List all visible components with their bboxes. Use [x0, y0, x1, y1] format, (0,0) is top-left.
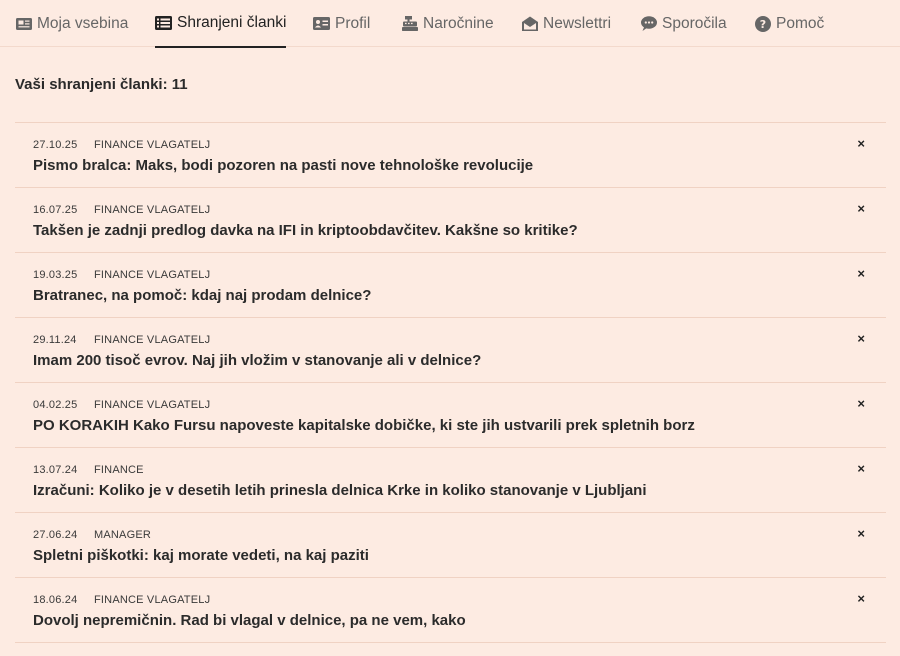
article-meta: 29.11.24 FINANCE VLAGATELJ	[33, 334, 210, 346]
remove-article-button[interactable]: ×	[857, 332, 865, 345]
newspaper-icon	[15, 16, 32, 32]
article-meta: 27.10.25 FINANCE VLAGATELJ	[33, 139, 210, 151]
article-title-link[interactable]: Pismo bralca: Maks, bodi pozoren na past…	[33, 157, 533, 174]
article-category: FINANCE VLAGATELJ	[94, 139, 211, 151]
tab-moja-vsebina[interactable]: Moja vsebina	[15, 0, 128, 47]
saved-articles-count: Vaši shranjeni članki: 11	[15, 76, 188, 93]
article-date: 27.10.25	[33, 139, 78, 151]
article-meta: 13.07.24 FINANCE	[33, 464, 144, 476]
tab-sporocila[interactable]: Sporočila	[640, 0, 727, 47]
tab-label: Sporočila	[662, 14, 727, 32]
article-category: FINANCE VLAGATELJ	[94, 269, 211, 281]
article-title-link[interactable]: PO KORAKIH Kako Fursu napoveste kapitals…	[33, 417, 695, 434]
tab-label: Profil	[335, 14, 371, 32]
article-category: FINANCE VLAGATELJ	[94, 334, 211, 346]
list-item: 16.07.25 FINANCE VLAGATELJ Takšen je zadn…	[15, 188, 886, 253]
remove-article-button[interactable]: ×	[857, 202, 865, 215]
envelope-open-icon	[521, 16, 538, 32]
list-icon	[155, 15, 172, 31]
cash-register-icon	[401, 16, 418, 32]
article-date: 13.07.24	[33, 464, 78, 476]
account-tabs: Moja vsebina Shranjeni članki Profil Nar…	[0, 0, 900, 48]
remove-article-button[interactable]: ×	[857, 462, 865, 475]
article-title-link[interactable]: Takšen je zadnji predlog davka na IFI in…	[33, 222, 578, 239]
question-circle-icon: ?	[754, 15, 771, 32]
article-category: FINANCE VLAGATELJ	[94, 399, 211, 411]
article-title-link[interactable]: Bratranec, na pomoč: kdaj naj prodam del…	[33, 287, 371, 304]
article-category: MANAGER	[94, 529, 152, 541]
list-item: 04.02.25 FINANCE VLAGATELJ PO KORAKIH Kak…	[15, 383, 886, 448]
remove-article-button[interactable]: ×	[857, 592, 865, 605]
remove-article-button[interactable]: ×	[857, 527, 865, 540]
article-date: 27.06.24	[33, 529, 78, 541]
article-meta: 18.06.24 FINANCE VLAGATELJ	[33, 594, 210, 606]
id-card-icon	[313, 16, 330, 32]
article-title-link[interactable]: Dovolj nepremičnin. Rad bi vlagal v deln…	[33, 612, 466, 629]
article-title-link[interactable]: Spletni piškotki: kaj morate vedeti, na …	[33, 547, 369, 564]
article-date: 29.11.24	[33, 334, 77, 346]
tab-label: Pomoč	[776, 14, 825, 32]
article-date: 19.03.25	[33, 269, 78, 281]
tab-narocnine[interactable]: Naročnine	[401, 0, 494, 47]
list-item: 13.07.24 FINANCE Izračuni: Koliko je v de…	[15, 448, 886, 513]
tab-profil[interactable]: Profil	[313, 0, 370, 47]
list-item: 27.06.24 MANAGER Spletni piškotki: kaj mo…	[15, 513, 886, 578]
remove-article-button[interactable]: ×	[857, 137, 865, 150]
chat-bubble-icon	[640, 16, 657, 32]
article-date: 04.02.25	[33, 399, 78, 411]
list-item: 27.10.25 FINANCE VLAGATELJ Pismo bralca: …	[15, 123, 886, 188]
svg-text:?: ?	[759, 18, 765, 31]
list-item: 18.06.24 FINANCE VLAGATELJ Dovolj nepremi…	[15, 578, 886, 643]
article-title-link[interactable]: Izračuni: Koliko je v desetih letih prin…	[33, 482, 647, 499]
tab-pomoc[interactable]: ? Pomoč	[754, 0, 824, 47]
tab-newslettri[interactable]: Newslettri	[521, 0, 611, 47]
tab-shranjeni-clanki[interactable]: Shranjeni članki	[155, 0, 287, 48]
list-item: 19.03.25 FINANCE VLAGATELJ Bratranec, na …	[15, 253, 886, 318]
list-item: 29.11.24 FINANCE VLAGATELJ Imam 200 tisoč…	[15, 318, 886, 383]
remove-article-button[interactable]: ×	[857, 397, 865, 410]
tab-label: Shranjeni članki	[177, 14, 287, 31]
saved-articles-list: 27.10.25 FINANCE VLAGATELJ Pismo bralca: …	[15, 122, 886, 643]
tab-label: Naročnine	[423, 14, 494, 32]
article-meta: 19.03.25 FINANCE VLAGATELJ	[33, 269, 210, 281]
tab-label: Moja vsebina	[37, 14, 129, 32]
article-category: FINANCE VLAGATELJ	[94, 594, 211, 606]
article-meta: 04.02.25 FINANCE VLAGATELJ	[33, 399, 210, 411]
article-date: 16.07.25	[33, 204, 78, 216]
article-meta: 27.06.24 MANAGER	[33, 529, 151, 541]
article-title-link[interactable]: Imam 200 tisoč evrov. Naj jih vložim v s…	[33, 352, 481, 369]
article-category: FINANCE VLAGATELJ	[94, 204, 211, 216]
article-date: 18.06.24	[33, 594, 78, 606]
tab-label: Newslettri	[543, 14, 612, 32]
article-meta: 16.07.25 FINANCE VLAGATELJ	[33, 204, 210, 216]
article-category: FINANCE	[94, 464, 144, 476]
remove-article-button[interactable]: ×	[857, 267, 865, 280]
